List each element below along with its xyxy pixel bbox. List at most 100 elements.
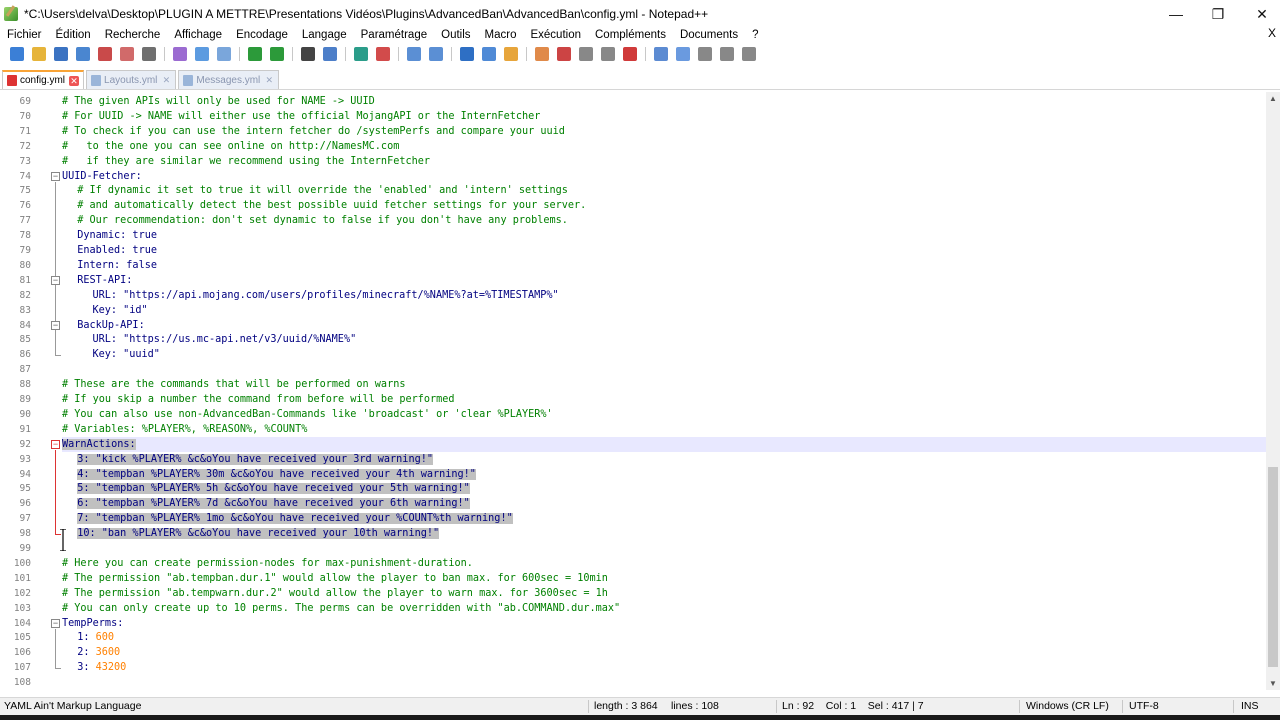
menu-item-9[interactable]: Exécution xyxy=(523,29,588,41)
close-all-icon[interactable] xyxy=(120,47,134,61)
code-line[interactable]: 4: "tempban %PLAYER% 30m &c&oYou have re… xyxy=(62,467,476,482)
code-line[interactable]: Enabled: true xyxy=(62,243,157,258)
code-line[interactable]: # To check if you can use the intern fet… xyxy=(62,124,565,139)
save-all-icon[interactable] xyxy=(76,47,90,61)
fold-uuid-fetcher-icon[interactable]: − xyxy=(51,171,60,181)
code-line[interactable]: 6: "tempban %PLAYER% 7d &c&oYou have rec… xyxy=(62,496,470,511)
save-macro-icon[interactable] xyxy=(742,47,756,61)
status-encoding[interactable]: UTF-8 xyxy=(1129,700,1159,712)
code-line[interactable]: # These are the commands that will be pe… xyxy=(62,377,405,392)
code-line[interactable]: # The given APIs will only be used for N… xyxy=(62,94,375,109)
status-insert-mode[interactable]: INS xyxy=(1241,700,1259,712)
fold-tempperms-icon[interactable]: − xyxy=(51,618,60,628)
fold-warnactions-icon[interactable]: − xyxy=(51,439,60,449)
code-line[interactable]: URL: "https://api.mojang.com/users/profi… xyxy=(62,288,558,303)
play-macro-icon[interactable] xyxy=(698,47,712,61)
paste-icon[interactable] xyxy=(217,47,231,61)
menu-item-8[interactable]: Macro xyxy=(478,29,524,41)
replace-icon[interactable] xyxy=(323,47,337,61)
code-line[interactable]: 3: 43200 xyxy=(62,660,126,675)
undo-icon[interactable] xyxy=(248,47,262,61)
save-icon[interactable] xyxy=(54,47,68,61)
code-line[interactable]: # You can only create up to 10 perms. Th… xyxy=(62,601,620,616)
menu-item-5[interactable]: Langage xyxy=(295,29,354,41)
function-list-icon[interactable] xyxy=(579,47,593,61)
menu-item-12[interactable]: ? xyxy=(745,29,765,41)
minimize-button[interactable]: — xyxy=(1154,0,1198,28)
close-icon[interactable] xyxy=(98,47,112,61)
code-line[interactable]: # For UUID -> NAME will either use the o… xyxy=(62,109,540,124)
code-line[interactable]: 3: "kick %PLAYER% &c&oYou have received … xyxy=(62,452,433,467)
menu-item-10[interactable]: Compléments xyxy=(588,29,673,41)
code-line[interactable]: 5: "tempban %PLAYER% 5h &c&oYou have rec… xyxy=(62,481,470,496)
code-line[interactable]: 10: "ban %PLAYER% &c&oYou have received … xyxy=(62,526,440,541)
menu-item-4[interactable]: Encodage xyxy=(229,29,295,41)
menu-item-2[interactable]: Recherche xyxy=(98,29,168,41)
code-line[interactable]: Key: "id" xyxy=(62,303,147,318)
code-line[interactable]: URL: "https://us.mc-api.net/v3/uuid/%NAM… xyxy=(62,332,356,347)
tab-close-icon[interactable]: ✕ xyxy=(264,75,274,85)
zoom-out-icon[interactable] xyxy=(376,47,390,61)
code-line[interactable]: Dynamic: true xyxy=(62,228,157,243)
new-file-icon[interactable] xyxy=(10,47,24,61)
editor[interactable]: 69 70 71 72 73 74 75 76 77 78 79 80 81 82 83 84 85 86 87 88… xyxy=(0,92,1266,690)
udl-icon[interactable] xyxy=(535,47,549,61)
code-line[interactable]: TempPerms: xyxy=(62,616,123,631)
tab-close-icon[interactable]: ✕ xyxy=(69,75,80,86)
menu-item-6[interactable]: Paramétrage xyxy=(354,29,434,41)
menu-item-1[interactable]: Édition xyxy=(49,29,98,41)
code-line[interactable]: # Here you can create permission-nodes f… xyxy=(62,556,473,571)
code-line[interactable]: Intern: false xyxy=(62,258,157,273)
close-button[interactable]: ✕ xyxy=(1240,0,1280,28)
status-eol[interactable]: Windows (CR LF) xyxy=(1026,700,1109,712)
scroll-down-icon[interactable]: ▼ xyxy=(1269,679,1277,688)
maximize-button[interactable]: ❐ xyxy=(1196,0,1240,28)
all-chars-icon[interactable] xyxy=(482,47,496,61)
sync-h-icon[interactable] xyxy=(429,47,443,61)
zoom-in-icon[interactable] xyxy=(354,47,368,61)
indent-guide-icon[interactable] xyxy=(504,47,518,61)
code-line[interactable]: UUID-Fetcher: xyxy=(62,169,142,184)
code-line[interactable]: WarnActions: xyxy=(62,436,1266,452)
tab-layouts-yml[interactable]: Layouts.yml ✕ xyxy=(86,70,177,89)
tab-close-icon[interactable]: ✕ xyxy=(161,75,171,85)
tab-config-yml[interactable]: config.yml ✕ xyxy=(2,70,85,89)
code-line[interactable]: # If you skip a number the command from … xyxy=(62,392,455,407)
vertical-scrollbar[interactable]: ▲ ▼ xyxy=(1266,92,1280,690)
code-line[interactable]: # You can also use non-AdvancedBan-Comma… xyxy=(62,407,553,422)
code-line[interactable]: 7: "tempban %PLAYER% 1mo &c&oYou have re… xyxy=(62,511,513,526)
code-line[interactable]: # if they are similar we recommend using… xyxy=(62,154,430,169)
code-line[interactable]: Key: "uuid" xyxy=(62,347,159,362)
fold-rest-api-icon[interactable]: − xyxy=(51,275,60,285)
scroll-up-icon[interactable]: ▲ xyxy=(1269,94,1277,103)
record-macro-icon[interactable] xyxy=(654,47,668,61)
scrollbar-thumb[interactable] xyxy=(1268,467,1278,667)
stop-macro-icon[interactable] xyxy=(676,47,690,61)
redo-icon[interactable] xyxy=(270,47,284,61)
menu-item-7[interactable]: Outils xyxy=(434,29,477,41)
menu-item-3[interactable]: Affichage xyxy=(167,29,229,41)
menu-item-0[interactable]: Fichier xyxy=(0,29,49,41)
close-document-icon[interactable]: X xyxy=(1268,26,1276,40)
code-line[interactable]: # The permission "ab.tempban.dur.1" woul… xyxy=(62,571,608,586)
code-line[interactable]: 2: 3600 xyxy=(62,645,120,660)
find-icon[interactable] xyxy=(301,47,315,61)
code-line[interactable]: # to the one you can see online on http:… xyxy=(62,139,399,154)
code-line[interactable]: # If dynamic it set to true it will over… xyxy=(62,183,568,198)
tab-messages-yml[interactable]: Messages.yml ✕ xyxy=(178,70,280,89)
code-line[interactable]: 1: 600 xyxy=(62,630,114,645)
sync-v-icon[interactable] xyxy=(407,47,421,61)
monitoring-icon[interactable] xyxy=(623,47,637,61)
doc-map-icon[interactable] xyxy=(557,47,571,61)
menu-item-11[interactable]: Documents xyxy=(673,29,745,41)
code-line[interactable]: # The permission "ab.tempwarn.dur.2" wou… xyxy=(62,586,608,601)
run-macro-multiple-icon[interactable] xyxy=(720,47,734,61)
cut-icon[interactable] xyxy=(173,47,187,61)
open-file-icon[interactable] xyxy=(32,47,46,61)
copy-icon[interactable] xyxy=(195,47,209,61)
code-line[interactable]: BackUp-API: xyxy=(62,318,144,333)
code-line[interactable]: # and automatically detect the best poss… xyxy=(62,198,586,213)
code-line[interactable]: # Variables: %PLAYER%, %REASON%, %COUNT% xyxy=(62,422,307,437)
fold-backup-api-icon[interactable]: − xyxy=(51,320,60,330)
code-line[interactable]: # Our recommendation: don't set dynamic … xyxy=(62,213,568,228)
